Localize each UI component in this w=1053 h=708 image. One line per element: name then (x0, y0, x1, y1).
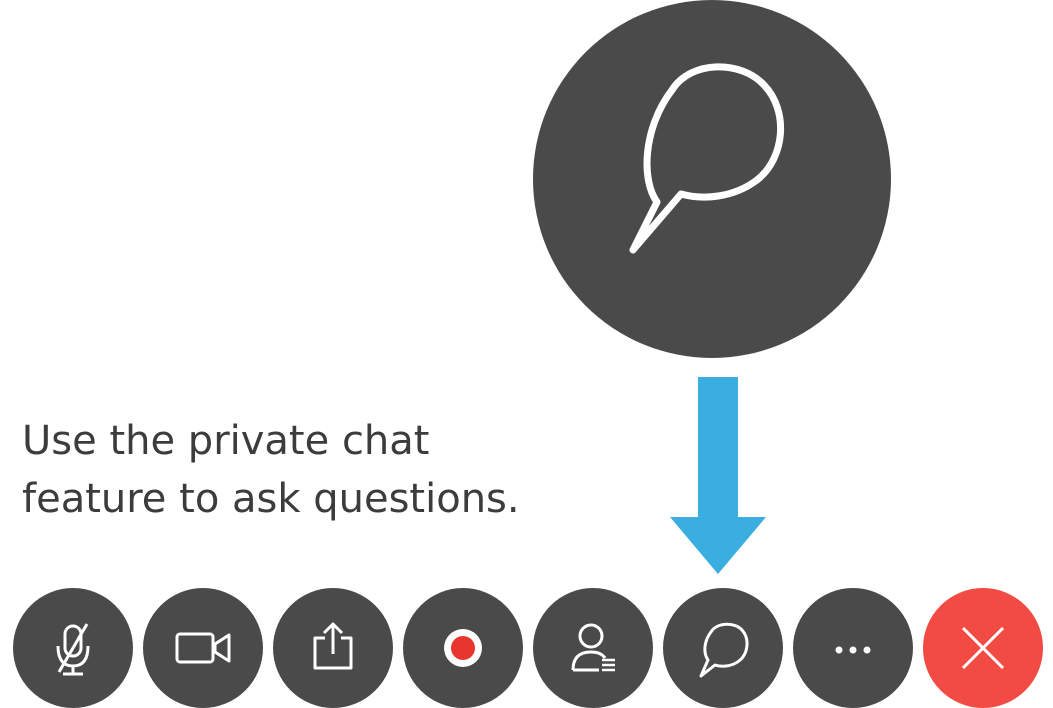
microphone-muted-icon (56, 623, 90, 676)
instruction-caption: Use the private chat feature to ask ques… (22, 412, 622, 528)
close-x-icon (961, 626, 1005, 670)
participants-icon (571, 623, 615, 672)
pointer-arrow (670, 377, 766, 574)
caption-line-2: feature to ask questions. (22, 476, 520, 522)
record-icon (444, 629, 482, 667)
chat-button[interactable] (663, 588, 783, 708)
meeting-toolbar (13, 588, 1043, 708)
more-options-button[interactable] (793, 588, 913, 708)
chat-bubble-icon (629, 63, 785, 254)
record-button[interactable] (403, 588, 523, 708)
share-button[interactable] (273, 588, 393, 708)
chat-callout-circle (533, 0, 891, 358)
chat-bubble-icon (699, 622, 749, 678)
video-button[interactable] (143, 588, 263, 708)
share-upload-icon (313, 622, 353, 670)
more-dots-icon (835, 646, 871, 654)
mute-button[interactable] (13, 588, 133, 708)
end-meeting-button[interactable] (923, 588, 1043, 708)
participants-button[interactable] (533, 588, 653, 708)
caption-line-1: Use the private chat (22, 418, 430, 464)
video-camera-icon (175, 632, 231, 664)
